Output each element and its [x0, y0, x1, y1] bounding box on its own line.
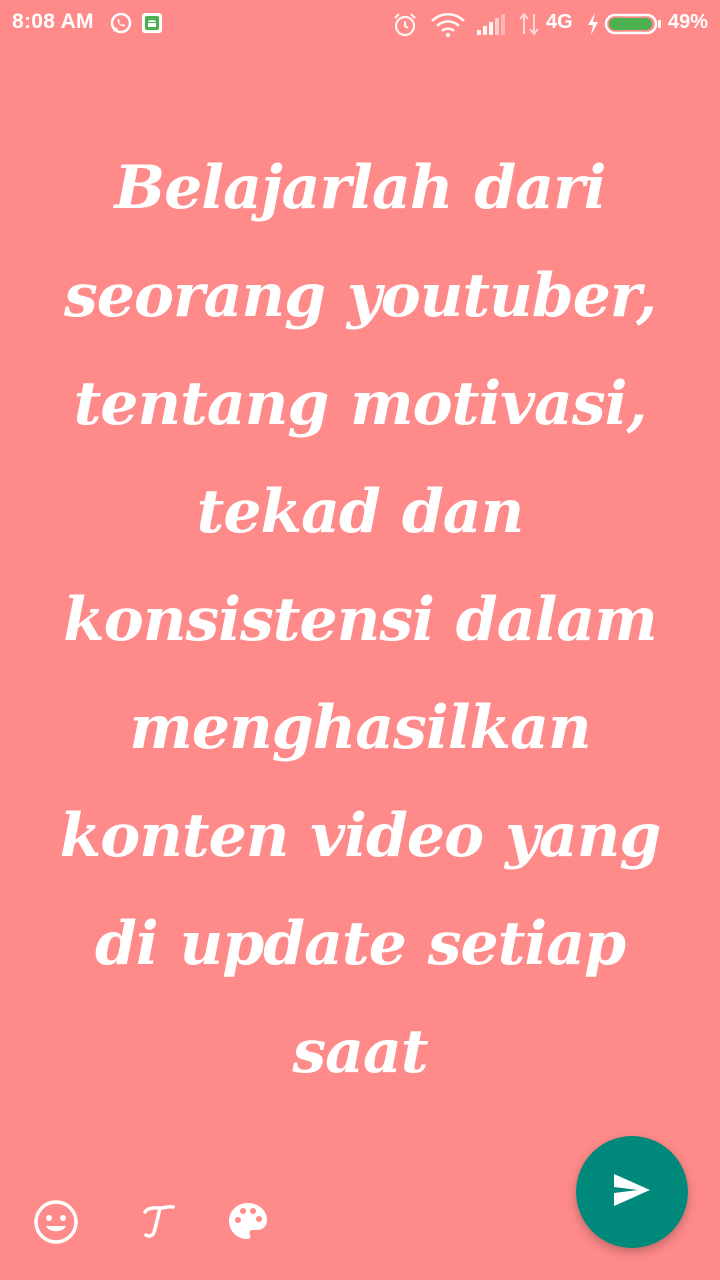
- send-icon: [612, 1172, 652, 1212]
- send-button[interactable]: [576, 1136, 688, 1248]
- battery-icon: [604, 13, 662, 39]
- network-type-label: 4G: [546, 11, 573, 33]
- signal-icon: [476, 12, 506, 40]
- android-notification-icon: [141, 12, 163, 38]
- status-time: 8:08 AM: [12, 10, 94, 33]
- charging-icon: [586, 12, 600, 40]
- palette-button[interactable]: [224, 1200, 272, 1248]
- wifi-icon: [430, 12, 466, 42]
- status-caption-text[interactable]: Belajarlah dari seorang youtuber, tentan…: [30, 134, 690, 1106]
- emoji-icon: [33, 1199, 79, 1249]
- data-arrows-icon: [518, 12, 540, 40]
- emoji-button[interactable]: [32, 1200, 80, 1248]
- whatsapp-icon: [110, 12, 132, 38]
- text-font-icon: [136, 1200, 180, 1248]
- status-bar: 8:08 AM 4G 49%: [0, 0, 720, 50]
- alarm-icon: [392, 12, 418, 42]
- caption-area[interactable]: Belajarlah dari seorang youtuber, tentan…: [20, 153, 700, 1087]
- text-font-button[interactable]: [134, 1200, 182, 1248]
- palette-icon: [225, 1199, 271, 1249]
- battery-percent: 49%: [668, 11, 709, 33]
